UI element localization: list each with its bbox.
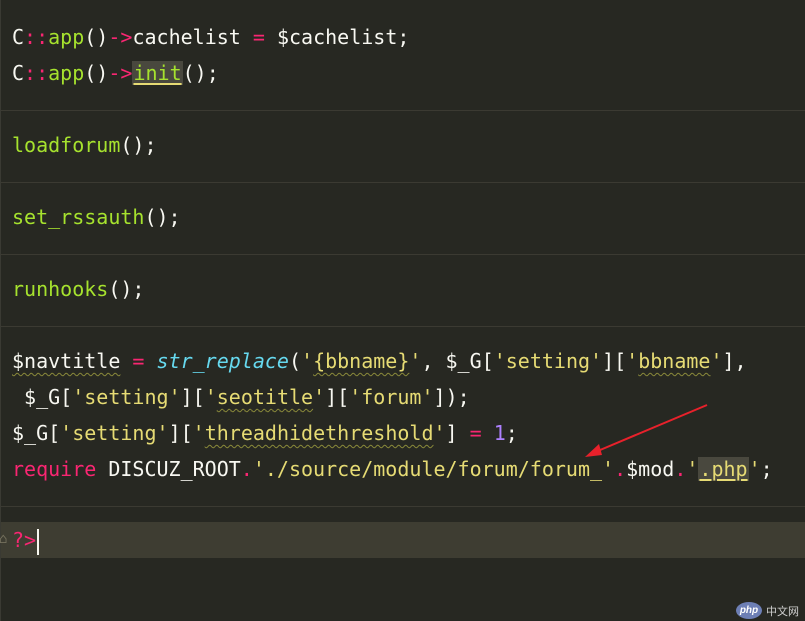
quote: ' bbox=[349, 385, 362, 409]
scope-operator: :: bbox=[24, 61, 49, 85]
function-call: app bbox=[48, 25, 85, 49]
code-line-8[interactable]: $_G['setting']['threadhidethreshold'] = … bbox=[1, 415, 805, 451]
array-access: $_G[ bbox=[12, 421, 61, 445]
string-literal: threadhidethreshold bbox=[204, 421, 434, 445]
quote: ' bbox=[433, 421, 446, 445]
string-literal: bbname bbox=[638, 349, 711, 373]
assign-operator: = bbox=[469, 421, 482, 445]
function-call: loadforum bbox=[12, 133, 121, 157]
highlighted-string: .php bbox=[698, 457, 749, 481]
quote: ' bbox=[748, 457, 761, 481]
call-tail: (); bbox=[182, 61, 219, 85]
call-tail: (); bbox=[108, 277, 145, 301]
quote: ' bbox=[192, 421, 205, 445]
assign-operator: = bbox=[252, 25, 265, 49]
code-line-3[interactable]: loadforum(); bbox=[1, 127, 805, 163]
highlighted-method: init bbox=[132, 61, 183, 85]
string-literal: setting bbox=[72, 421, 157, 445]
quote: ' bbox=[602, 457, 615, 481]
line-separator bbox=[1, 326, 805, 327]
code-line-1[interactable]: C::app()->cachelist = $cachelist; bbox=[1, 19, 805, 55]
php-logo-icon: php bbox=[736, 602, 762, 619]
call-tail: (); bbox=[120, 133, 157, 157]
quote: ' bbox=[421, 385, 434, 409]
quote: ' bbox=[252, 457, 265, 481]
class-name: C bbox=[12, 61, 25, 85]
quote: ' bbox=[168, 385, 181, 409]
quote: ' bbox=[60, 421, 73, 445]
constant: DISCUZ_ROOT bbox=[108, 457, 241, 481]
array-access: $_G[ bbox=[12, 385, 73, 409]
watermark: php 中文网 bbox=[736, 602, 799, 619]
semicolon: ; bbox=[505, 421, 518, 445]
line-separator bbox=[1, 110, 805, 111]
bracket: ][ bbox=[168, 421, 193, 445]
code-line-5[interactable]: runhooks(); bbox=[1, 271, 805, 307]
code-editor[interactable]: C::app()->cachelist = $cachelist; C::app… bbox=[0, 0, 805, 621]
function-call: runhooks bbox=[12, 277, 109, 301]
quote: ' bbox=[72, 385, 85, 409]
builtin-function: str_replace bbox=[156, 349, 289, 373]
quote: ' bbox=[204, 385, 217, 409]
quote: ' bbox=[686, 457, 699, 481]
line-separator bbox=[1, 182, 805, 183]
array-access: , $_G[ bbox=[421, 349, 494, 373]
quote: ' bbox=[156, 421, 169, 445]
string-literal: {bbname} bbox=[313, 349, 410, 373]
bracket: ][ bbox=[180, 385, 205, 409]
code-line-7[interactable]: $_G['setting']['seotitle']['forum']); bbox=[1, 379, 805, 415]
bracket: ] bbox=[445, 421, 458, 445]
watermark-text: 中文网 bbox=[766, 605, 799, 618]
quote: ' bbox=[301, 349, 314, 373]
semicolon: ; bbox=[760, 457, 773, 481]
concat-operator: . bbox=[614, 457, 627, 481]
code-line-2[interactable]: C::app()->init(); bbox=[1, 55, 805, 91]
quote: ' bbox=[626, 349, 639, 373]
code-line-6[interactable]: $navtitle = str_replace('{bbname}', $_G[… bbox=[1, 343, 805, 379]
function-call: set_rssauth bbox=[12, 205, 145, 229]
bracket: ][ bbox=[602, 349, 627, 373]
variable: $mod bbox=[626, 457, 675, 481]
bracket: ][ bbox=[325, 385, 350, 409]
concat-operator: . bbox=[240, 457, 253, 481]
code-line-9[interactable]: require DISCUZ_ROOT.'./source/module/for… bbox=[1, 451, 805, 487]
concat-operator: . bbox=[674, 457, 687, 481]
scope-operator: :: bbox=[24, 25, 49, 49]
line-separator bbox=[1, 506, 805, 507]
parens: () bbox=[84, 25, 109, 49]
variable: $navtitle bbox=[12, 349, 121, 373]
string-literal: setting bbox=[505, 349, 591, 373]
php-close-tag: ?> bbox=[12, 528, 37, 552]
quote: ' bbox=[313, 385, 326, 409]
property-name: cachelist bbox=[132, 25, 241, 49]
code-line-10-current[interactable]: ?> bbox=[1, 522, 805, 558]
quote: ' bbox=[409, 349, 422, 373]
parens: () bbox=[84, 61, 109, 85]
code-line-4[interactable]: set_rssauth(); bbox=[1, 199, 805, 235]
class-name: C bbox=[12, 25, 25, 49]
quote: ' bbox=[493, 349, 506, 373]
quote: ' bbox=[590, 349, 603, 373]
function-call: app bbox=[48, 61, 85, 85]
number-literal: 1 bbox=[493, 421, 506, 445]
arrow-operator: -> bbox=[108, 61, 133, 85]
arrow-operator: -> bbox=[108, 25, 133, 49]
string-literal: seotitle bbox=[216, 385, 314, 409]
line-separator bbox=[1, 254, 805, 255]
fold-marker-icon[interactable]: ⌂ bbox=[0, 531, 9, 547]
variable: $cachelist; bbox=[276, 25, 410, 49]
string-literal: forum bbox=[361, 385, 422, 409]
bracket: ], bbox=[722, 349, 747, 373]
bracket: ]); bbox=[433, 385, 470, 409]
string-literal: ./source/module/forum/forum_ bbox=[264, 457, 603, 481]
paren-open: ( bbox=[288, 349, 302, 373]
assign-operator: = bbox=[132, 349, 145, 373]
string-literal: setting bbox=[84, 385, 169, 409]
require-keyword: require bbox=[12, 457, 97, 481]
call-tail: (); bbox=[144, 205, 181, 229]
quote: ' bbox=[710, 349, 723, 373]
text-caret bbox=[37, 528, 40, 555]
